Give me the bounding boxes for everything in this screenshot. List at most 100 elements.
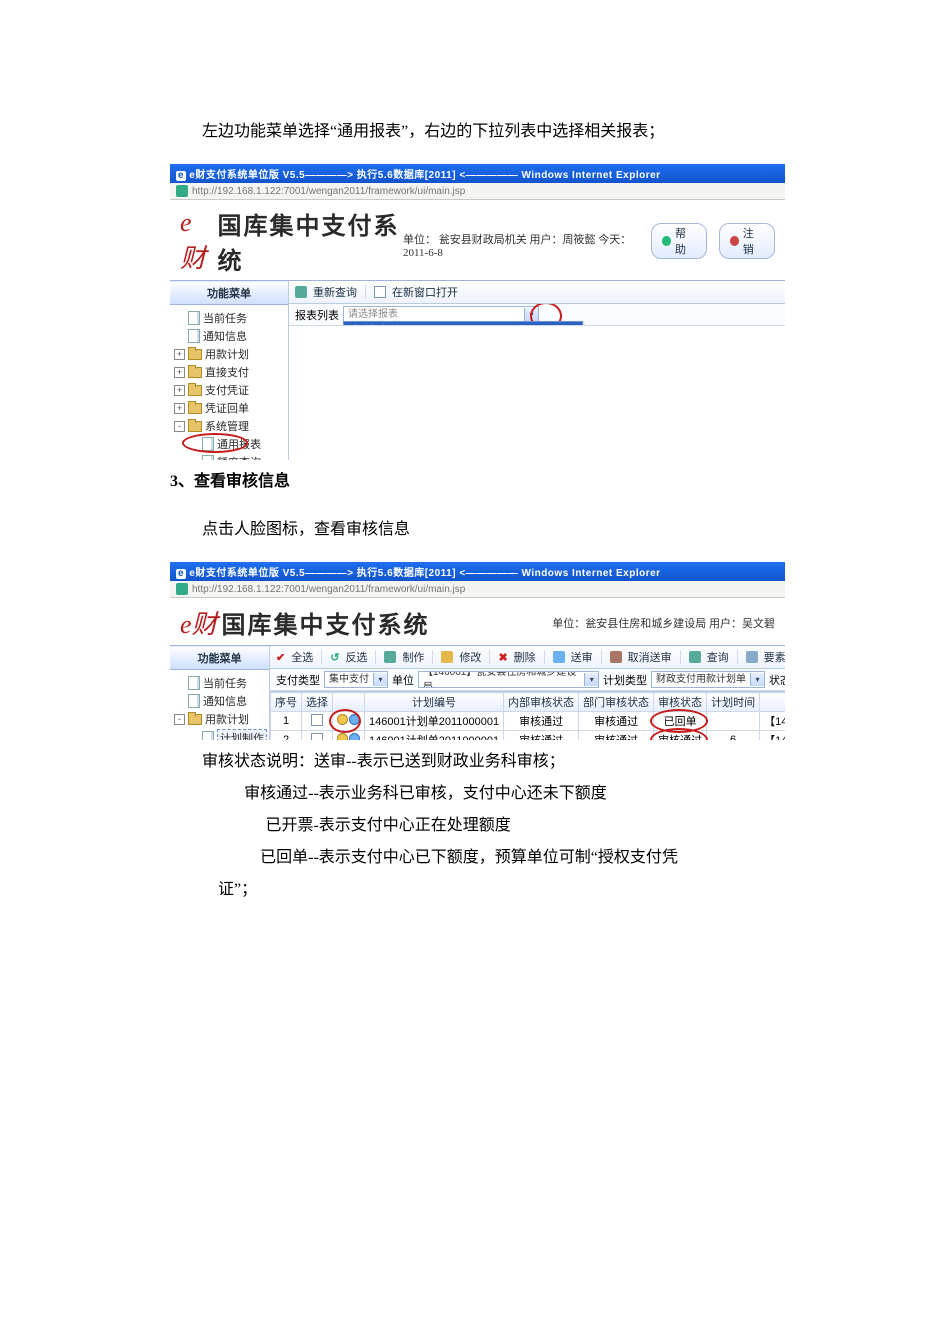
section-3-sub: 点击人脸图标，查看审核信息 <box>170 514 785 546</box>
dropdown-option[interactable]: 请选择报表 <box>344 322 582 326</box>
sidebar-item[interactable]: +用款计划 <box>174 345 286 363</box>
unit-select[interactable]: 【146001】瓮安县住房和城乡建设局▾ <box>418 671 599 688</box>
invert-button[interactable]: 反选 <box>345 649 367 665</box>
sidebar-item[interactable]: + 直接支付 <box>174 363 286 381</box>
brand-title: 国库集中支付系统 <box>222 605 430 640</box>
cols-button[interactable]: 要素设置 <box>764 649 785 665</box>
address-bar[interactable]: http://192.168.1.122:7001/wengan2011/fra… <box>170 183 785 200</box>
row-checkbox[interactable] <box>311 733 323 741</box>
cell: 已回单 <box>654 712 707 731</box>
sidebar-item[interactable]: + 凭证回单 <box>174 399 286 417</box>
new-button[interactable]: 制作 <box>402 649 424 665</box>
intro-text: 左边功能菜单选择“通用报表”，右边的下拉列表中选择相关报表； <box>170 116 785 148</box>
sidebar-item[interactable]: 通知信息 <box>174 692 267 710</box>
report-select-bar: 报表列表 请选择报表 ▾ 请选择报表财政授权支付明细查询/财政授权支付明细查询单… <box>289 304 785 326</box>
help-button[interactable]: 帮 助 <box>651 223 707 259</box>
window-titlebar: e e财支付系统单位版 V5.5————> 执行5.6数据库[2011] <——… <box>170 164 785 183</box>
invert-icon: ↺ <box>330 651 339 664</box>
sidebar-item[interactable]: 当前任务 <box>174 674 267 692</box>
chevron-down-icon[interactable]: ▾ <box>373 673 387 686</box>
tree-toggle-icon[interactable]: + <box>174 349 185 360</box>
send-button[interactable]: 送审 <box>571 649 593 665</box>
unsend-button[interactable]: 取消送审 <box>628 649 672 665</box>
unsend-icon <box>610 651 622 663</box>
edit-button[interactable]: 修改 <box>459 649 481 665</box>
folder-icon <box>188 714 202 725</box>
folder-icon <box>188 385 202 396</box>
column-header[interactable] <box>333 693 365 712</box>
select-all-button[interactable]: 全选 <box>291 649 313 665</box>
sidebar-item-label: 凭证回单 <box>205 400 249 416</box>
cell: 审核通过 <box>504 731 579 741</box>
sidebar-item[interactable]: +支付凭证 <box>174 381 286 399</box>
window-titlebar: e e财支付系统单位版 V5.5————> 执行5.6数据库[2011] <——… <box>170 562 785 581</box>
tree-toggle-icon[interactable]: + <box>174 367 185 378</box>
doc-icon <box>202 455 214 460</box>
status-explanation: 审核状态说明：送审--表示已送到财政业务科审核； 审核通过--表示业务科已审核，… <box>170 746 785 906</box>
tree-toggle-icon[interactable]: + <box>174 403 185 414</box>
column-header[interactable]: 部门审核状态 <box>579 693 654 712</box>
paytype-label: 支付类型 <box>276 672 320 688</box>
column-header[interactable]: 选择 <box>302 693 333 712</box>
sidebar-item-label: 直接支付 <box>205 364 249 380</box>
sidebar-item[interactable]: 计划制作 <box>174 728 267 740</box>
edit-icon <box>441 651 453 663</box>
address-bar[interactable]: http://192.168.1.122:7001/wengan2011/fra… <box>170 581 785 598</box>
tree-toggle-icon[interactable]: - <box>174 714 185 725</box>
cell <box>333 731 365 741</box>
sidebar-item[interactable]: 额度查询 <box>174 453 286 460</box>
annotation-circle <box>650 709 708 733</box>
cell: 【146001】瓮安县住房和城乡建 <box>760 731 785 741</box>
sidebar-item[interactable]: 通用报表 <box>174 435 286 453</box>
column-header[interactable]: 审核状态 <box>654 693 707 712</box>
doc-icon <box>188 676 200 690</box>
sidebar-item-label: 系统管理 <box>205 418 249 434</box>
cell: 2 <box>271 731 302 741</box>
tree-toggle-icon[interactable]: + <box>174 385 185 396</box>
unit-label: 单位 <box>392 672 414 688</box>
sidebar-header: 功能菜单 <box>170 281 288 305</box>
doc-icon <box>188 329 200 343</box>
row-checkbox[interactable] <box>311 714 323 726</box>
column-header[interactable]: 计划编号 <box>365 693 504 712</box>
unit-user: 单位：瓮安县住房和城乡建设局 用户：吴文碧 <box>552 615 775 631</box>
report-dropdown[interactable]: 请选择报表财政授权支付明细查询/财政授权支付明细查询单位计划明细查询/单位计划明… <box>343 321 583 326</box>
table-row[interactable]: 2146001计划单2011000001审核通过审核通过审核通过6【146001… <box>271 731 786 741</box>
page-icon <box>176 185 188 197</box>
sidebar-item[interactable]: - 系统管理 <box>174 417 286 435</box>
face-icon[interactable] <box>337 733 360 740</box>
query-button[interactable]: 查询 <box>707 649 729 665</box>
table-row[interactable]: 1146001计划单2011000001审核通过审核通过已回单【146001】瓮… <box>271 712 786 731</box>
chevron-down-icon[interactable]: ▾ <box>524 308 538 321</box>
brand-logo: e财 <box>180 604 218 641</box>
sidebar-tree: 当前任务通知信息-用款计划计划制作计划冲减+直接支付+支付凭证+凭证回单 <box>170 670 269 740</box>
sidebar-header: 功能菜单 <box>170 646 269 670</box>
logout-button[interactable]: 注 销 <box>719 223 775 259</box>
column-header[interactable]: 序号 <box>271 693 302 712</box>
column-header[interactable]: 计划时间 <box>707 693 760 712</box>
newwindow-checkbox[interactable] <box>374 286 386 298</box>
refresh-button[interactable]: 重新查询 <box>313 284 357 300</box>
delete-icon: ✖ <box>498 651 507 664</box>
sidebar-item[interactable]: 通知信息 <box>174 327 286 345</box>
column-header[interactable]: 内部审核状态 <box>504 693 579 712</box>
tree-toggle-icon[interactable]: - <box>174 421 185 432</box>
sidebar-item[interactable]: -用款计划 <box>174 710 267 728</box>
sidebar-item-label: 当前任务 <box>203 310 247 326</box>
face-icon[interactable] <box>337 714 360 725</box>
cols-icon <box>746 651 758 663</box>
doc-icon <box>188 311 200 325</box>
refresh-icon <box>295 286 307 298</box>
sidebar-item[interactable]: 当前任务 <box>174 309 286 327</box>
ie-icon: e <box>176 171 186 181</box>
delete-button[interactable]: 删除 <box>514 649 536 665</box>
brand-title: 国库集中支付系统 <box>217 206 402 276</box>
plantype-select[interactable]: 财政支付用款计划单▾ <box>651 671 765 688</box>
page-icon <box>176 583 188 595</box>
chevron-down-icon[interactable]: ▾ <box>584 673 598 686</box>
paytype-select[interactable]: 集中支付▾ <box>324 671 388 688</box>
column-header[interactable]: 单位 <box>760 693 785 712</box>
sidebar-item-label: 通知信息 <box>203 328 247 344</box>
chevron-down-icon[interactable]: ▾ <box>750 673 764 686</box>
sidebar-item-label: 当前任务 <box>203 675 247 691</box>
